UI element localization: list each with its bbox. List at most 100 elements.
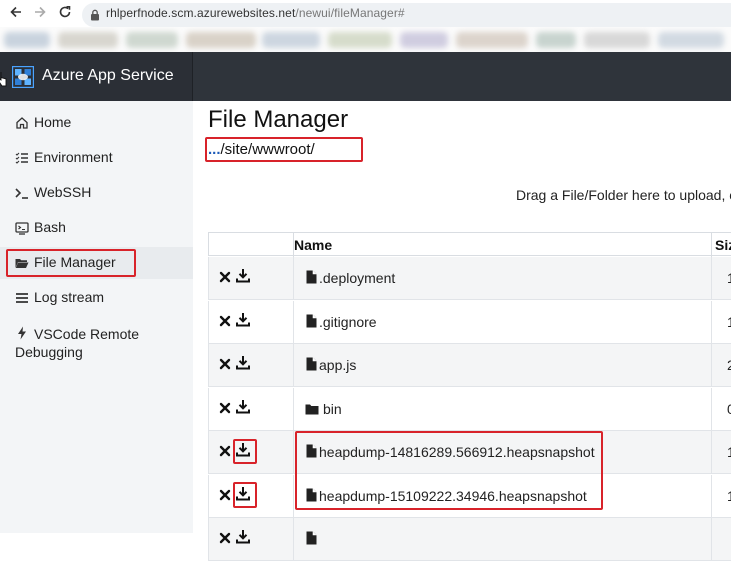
table-header: Name Siz — [208, 232, 731, 257]
file-name-link[interactable]: .deployment — [319, 270, 395, 286]
forward-arrow-icon[interactable] — [30, 5, 50, 25]
column-divider — [293, 300, 294, 344]
table-row[interactable]: .deployment 1 — [208, 257, 731, 300]
sidebar-item-label: Bash — [34, 219, 66, 235]
url-host: rhlperfnode.scm.azurewebsites.net — [106, 6, 296, 20]
sidebar-item-environment[interactable]: Environment — [0, 142, 193, 174]
file-icon — [306, 357, 317, 371]
sidebar-item-bash[interactable]: Bash — [0, 212, 193, 244]
table-row[interactable]: app.js 2 — [208, 344, 731, 387]
download-icon[interactable] — [236, 312, 250, 327]
file-name-link[interactable]: .gitignore — [319, 314, 377, 330]
column-divider — [711, 474, 712, 518]
blurred-bookmark — [328, 32, 392, 48]
column-divider — [711, 300, 712, 344]
blurred-bookmark — [658, 32, 724, 48]
download-icon[interactable] — [236, 399, 250, 414]
file-icon — [306, 488, 317, 502]
sidebar-item-label: VSCode Remote — [34, 326, 140, 342]
address-text[interactable]: rhlperfnode.scm.azurewebsites.net/newui/… — [106, 6, 405, 20]
file-size: 1 — [727, 313, 731, 330]
sidebar-item-label: Environment — [34, 149, 113, 165]
file-size: 2 — [727, 357, 731, 373]
sidebar-item-home[interactable]: Home — [0, 107, 193, 139]
column-header-name[interactable]: Name — [294, 237, 332, 253]
brand[interactable]: Azure App Service — [0, 52, 193, 101]
table-row[interactable]: .gitignore 1 — [208, 300, 731, 344]
blurred-bookmark — [262, 32, 320, 48]
blurred-bookmark — [536, 32, 576, 48]
file-name-link[interactable]: heapdump-14816289.566912.heapsnapshot — [319, 444, 595, 460]
file-size: 1 — [727, 487, 731, 504]
download-icon[interactable] — [236, 529, 250, 544]
reload-icon[interactable] — [55, 5, 75, 25]
sidebar-item-log-stream[interactable]: Log stream — [0, 282, 193, 314]
table-row[interactable]: bin 0 — [208, 387, 731, 431]
blurred-bookmark — [58, 32, 118, 48]
back-arrow-icon[interactable] — [6, 5, 26, 25]
delete-icon[interactable] — [219, 314, 231, 326]
file-size: 1 — [727, 444, 731, 460]
download-icon[interactable] — [236, 486, 250, 501]
column-divider — [293, 474, 294, 518]
hand-cursor-icon — [0, 72, 7, 87]
sidebar-item-label: Home — [34, 114, 72, 130]
sidebar-item-webssh[interactable]: WebSSH — [0, 177, 193, 209]
file-icon — [306, 531, 317, 545]
main-content: File Manager .../site/wwwroot/ Drag a Fi… — [193, 101, 731, 561]
sidebar-item-vscode-remote[interactable]: VSCode Remote Debugging — [0, 317, 193, 365]
column-divider — [711, 257, 712, 300]
delete-icon[interactable] — [219, 444, 231, 457]
list-icon — [15, 152, 28, 164]
breadcrumb-path: /site/wwwroot/ — [220, 141, 315, 158]
folder-icon — [305, 402, 319, 416]
file-name-link[interactable]: heapdump-15109222.34946.heapsnapshot — [319, 488, 587, 504]
azure-app-service-logo-icon — [12, 66, 34, 88]
blurred-bookmark — [400, 32, 448, 48]
column-divider — [711, 233, 712, 257]
table-row[interactable]: heapdump-15109222.34946.heapsnapshot 1 — [208, 474, 731, 518]
column-divider — [293, 387, 294, 431]
column-divider — [293, 518, 294, 561]
file-icon — [306, 314, 317, 328]
file-size: 1 — [727, 270, 731, 286]
lock-icon — [90, 8, 100, 21]
download-icon[interactable] — [236, 268, 250, 283]
page-title: File Manager — [208, 106, 349, 133]
file-icon — [306, 270, 317, 284]
column-divider — [293, 344, 294, 387]
delete-icon[interactable] — [219, 270, 231, 283]
file-size: 0 — [727, 400, 731, 417]
file-name-link[interactable]: bin — [323, 401, 342, 417]
file-icon — [306, 444, 317, 458]
table-row[interactable] — [208, 518, 731, 561]
home-icon — [16, 117, 28, 129]
folder-open-icon — [15, 259, 29, 268]
blurred-bookmark — [186, 32, 256, 48]
column-divider — [293, 257, 294, 300]
console-icon — [15, 222, 29, 235]
download-icon[interactable] — [236, 442, 250, 457]
column-divider — [293, 431, 294, 474]
column-divider — [711, 431, 712, 474]
column-divider — [711, 387, 712, 431]
delete-icon[interactable] — [219, 357, 231, 370]
blurred-bookmark — [456, 32, 528, 48]
column-divider — [711, 518, 712, 561]
terminal-icon — [15, 188, 28, 199]
table-row[interactable]: heapdump-14816289.566912.heapsnapshot 1 — [208, 431, 731, 474]
app-header: Azure App Service — [0, 52, 731, 101]
bookmarks-bar — [0, 27, 731, 52]
sidebar-item-label: Log stream — [34, 289, 105, 305]
sidebar-item-file-manager[interactable]: File Manager — [0, 247, 193, 279]
delete-icon[interactable] — [219, 488, 231, 500]
column-header-size[interactable]: Siz — [715, 237, 731, 253]
sidebar-item-label: File Manager — [34, 254, 116, 270]
file-name-link[interactable]: app.js — [319, 357, 356, 373]
bolt-icon — [18, 326, 26, 340]
download-icon[interactable] — [236, 355, 250, 370]
delete-icon[interactable] — [219, 401, 231, 413]
blurred-bookmark — [584, 32, 650, 48]
sidebar-item-label-line2: Debugging — [15, 344, 83, 360]
breadcrumb-up-link[interactable]: ... — [208, 141, 221, 158]
